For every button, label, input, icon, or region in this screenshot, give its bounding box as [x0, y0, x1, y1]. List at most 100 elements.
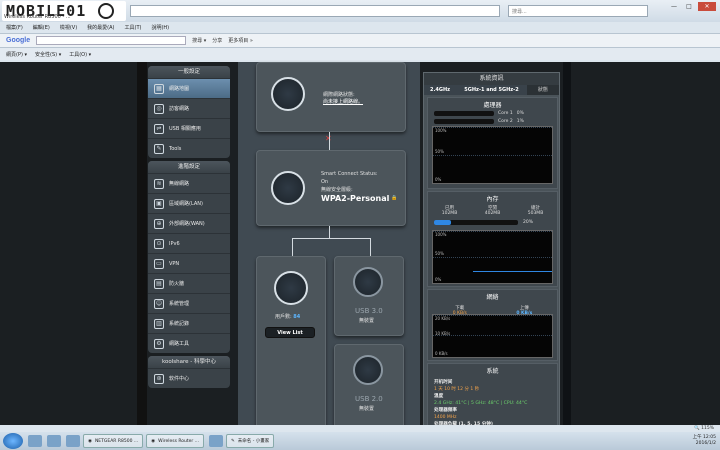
uptime-label: 开机时间 [434, 380, 453, 385]
sidebar-item-software-center[interactable]: ⊛ 软件中心 [148, 368, 230, 388]
temperature-label: 溫度 [434, 394, 444, 399]
window-title: Wireless Router R8500 - ... [4, 14, 71, 20]
sidebar-item-vpn[interactable]: ▭ VPN [148, 253, 230, 273]
network-tools-icon: ⚙ [154, 338, 164, 349]
connector-line [370, 238, 371, 256]
tab-status[interactable]: 狀態 [527, 85, 559, 95]
sidebar-item-network-tools[interactable]: ⚙ 網路工具 [148, 333, 230, 353]
core2-row: Core 2 1% [428, 117, 557, 125]
graph-label: 0% [435, 277, 442, 282]
sidebar-koolshare: koolshare - 科學中心 ⊛ 软件中心 [148, 356, 230, 388]
menu-help[interactable]: 說明(H) [151, 24, 169, 31]
grid-line [433, 315, 552, 316]
monitor-icon [274, 271, 308, 305]
sidebar-item-guest-network[interactable]: ◎ 訪客網路 [148, 98, 230, 118]
view-list-button[interactable]: View List [265, 327, 315, 338]
temperature-value: 2.4 GHz: 41°C | 5 GHz: 48°C | CPU: 44°C [434, 401, 528, 406]
sidebar-general: 一般設定 ▦ 網路地圖 ◎ 訪客網路 ⇌ USB 相關應用 ✎ Tools [148, 66, 230, 158]
address-bar[interactable] [130, 5, 500, 17]
graph-label: 50% [435, 251, 444, 256]
menu-file[interactable]: 檔案(F) [6, 24, 23, 31]
internet-card[interactable]: 網際網路狀態: 尚未接上網路線。 [256, 62, 406, 132]
sidebar-item-network-map[interactable]: ▦ 網路地圖 [148, 78, 230, 98]
usb2-card[interactable]: USB 2.0 無裝置 [334, 344, 404, 434]
sidebar-item-label: 無線網路 [169, 181, 190, 187]
sidebar-item-label: 系統管理 [169, 301, 190, 307]
taskbar-item-netgear[interactable]: ◉ NETGEAR R8500 ... [83, 434, 144, 448]
explorer-icon[interactable] [47, 435, 61, 447]
sidebar-item-label: VPN [169, 260, 180, 267]
start-button[interactable] [3, 433, 23, 449]
vpn-icon: ▭ [154, 258, 164, 269]
sidebar-item-usb[interactable]: ⇌ USB 相關應用 [148, 118, 230, 138]
sidebar-item-ipv6[interactable]: ⊙ IPv6 [148, 233, 230, 253]
network-header: 網絡 [486, 294, 499, 301]
tab-5ghz[interactable]: 5GHz-1 and 5GHz-2 [456, 85, 527, 95]
sidebar-item-admin[interactable]: ☺ 系統管理 [148, 293, 230, 313]
usb-icon [353, 267, 383, 297]
close-button[interactable]: ✕ [698, 2, 716, 11]
sidebar-item-tools[interactable]: ✎ Tools [148, 138, 230, 158]
connector-line [329, 132, 330, 150]
google-search-input[interactable] [36, 36, 187, 45]
graph-label: 100% [435, 128, 447, 133]
sidebar-item-lan[interactable]: ▣ 區域網路(LAN) [148, 193, 230, 213]
memory-header: 內存 [486, 196, 499, 203]
media-player-icon[interactable] [66, 435, 80, 447]
lan-icon: ▣ [154, 198, 164, 209]
share-button[interactable]: 分享 [212, 37, 222, 44]
firewall-icon: ▤ [154, 278, 164, 289]
right-rail [563, 62, 571, 432]
menu-tools[interactable]: 工具(T) [125, 24, 142, 31]
minimize-button[interactable]: — [668, 2, 680, 11]
wan-icon: ⊕ [154, 218, 164, 229]
wrench-icon: ✎ [154, 143, 164, 154]
router-card[interactable]: Smart Connect Status: On 無線安全層級: WPA2-Pe… [256, 150, 406, 226]
network-graph: 20 KB/s 10 KB/s 0 KB/s [432, 314, 553, 358]
internet-status-label: 網際網路狀態: [323, 92, 355, 98]
maximize-button[interactable]: □ [683, 2, 695, 11]
menu-edit[interactable]: 編輯(E) [33, 24, 50, 31]
wireless-icon: ≋ [154, 178, 164, 189]
window-controls: — □ ✕ [668, 2, 716, 11]
page-menu[interactable]: 網頁(P) ▾ [6, 51, 27, 58]
sidebar-item-firewall[interactable]: ▤ 防火牆 [148, 273, 230, 293]
clients-card[interactable]: 用戶數: 84 View List [256, 256, 326, 436]
tab-2-4ghz[interactable]: 2.4GHz [424, 85, 457, 95]
zoom-level[interactable]: 115% [701, 426, 714, 431]
paint-icon: ✎ [231, 438, 235, 444]
sidebar-item-label: USB 相關應用 [169, 126, 201, 132]
network-app-icon[interactable] [209, 435, 224, 447]
clock-date: 2016/1/2 [695, 441, 716, 446]
usb1-status: 無裝置 [359, 318, 375, 324]
admin-icon: ☺ [154, 298, 164, 309]
taskbar-item-paint[interactable]: ✎ 未命名 - 小畫家 [226, 434, 275, 448]
sidebar-item-wan[interactable]: ⊕ 外部網路(WAN) [148, 213, 230, 233]
usb1-label: USB 3.0 [355, 307, 383, 315]
connector-line [292, 238, 293, 256]
core2-value: 1% [516, 118, 524, 124]
menu-favorites[interactable]: 我的最愛(A) [87, 24, 114, 31]
clients-count: 用戶數: 84 [275, 313, 300, 320]
system-tray[interactable]: 上午 12:05 2016/1/2 [693, 435, 716, 447]
router-page: 一般設定 ▦ 網路地圖 ◎ 訪客網路 ⇌ USB 相關應用 ✎ Tools 進階… [0, 62, 720, 436]
sidebar-item-wireless[interactable]: ≋ 無線網路 [148, 173, 230, 193]
core2-bar [434, 118, 494, 124]
taskbar-item-router[interactable]: ◉ Wireless Router ... [146, 434, 205, 448]
menu-view[interactable]: 檢視(V) [60, 24, 77, 31]
tools-menu[interactable]: 工具(O) ▾ [69, 51, 91, 58]
browser-icon: ◉ [88, 438, 92, 444]
teamviewer-icon[interactable] [28, 435, 42, 447]
sidebar-item-log[interactable]: ▥ 系統記錄 [148, 313, 230, 333]
security-label: 無線安全層級: [321, 187, 353, 193]
browser-search-input[interactable]: 搜尋... [508, 5, 648, 17]
usb1-card[interactable]: USB 3.0 無裝置 [334, 256, 404, 336]
core1-value: 0% [516, 110, 524, 116]
safety-menu[interactable]: 安全性(S) ▾ [35, 51, 61, 58]
memory-percent: 20% [523, 220, 534, 225]
memory-graph: 100% 50% 0% [432, 230, 553, 284]
internet-status-value[interactable]: 尚未接上網路線。 [323, 98, 363, 105]
system-section: 系統 开机时间 1 天 10 时 12 分 1 秒 溫度 2.4 GHz: 41… [427, 363, 558, 431]
google-search-button[interactable]: 搜尋 ▾ [192, 37, 206, 44]
more-button[interactable]: 更多項目 » [228, 37, 253, 44]
